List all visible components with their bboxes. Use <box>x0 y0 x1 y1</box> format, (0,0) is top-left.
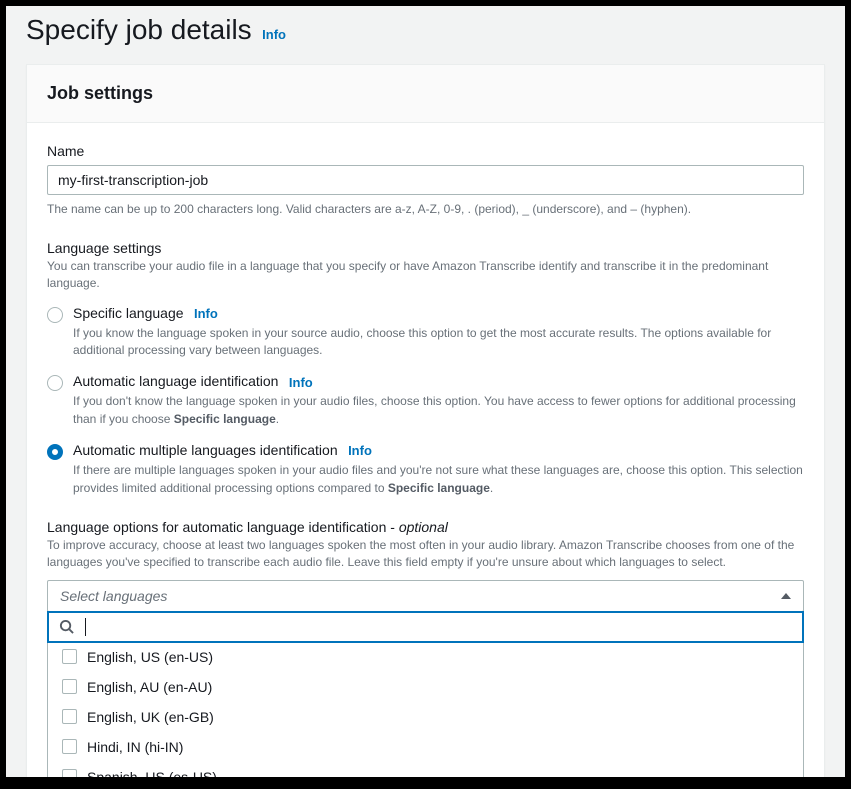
language-options-section: Language options for automatic language … <box>47 519 804 777</box>
caret-up-icon <box>781 593 791 599</box>
language-option[interactable]: Hindi, IN (hi-IN) <box>48 732 803 762</box>
language-option[interactable]: English, UK (en-GB) <box>48 702 803 732</box>
language-radio-group: Specific language Info If you know the l… <box>47 305 804 497</box>
job-settings-panel: Job settings Name The name can be up to … <box>26 64 825 777</box>
info-link[interactable]: Info <box>194 306 218 321</box>
language-dropdown: English, US (en-US) English, AU (en-AU) … <box>47 611 804 777</box>
radio-specific-language[interactable]: Specific language Info If you know the l… <box>47 305 804 360</box>
option-label: Spanish, US (es-US) <box>87 769 217 777</box>
language-select[interactable]: Select languages <box>47 580 804 612</box>
radio-auto-multiple-languages[interactable]: Automatic multiple languages identificat… <box>47 442 804 497</box>
panel-title: Job settings <box>47 83 804 104</box>
checkbox[interactable] <box>62 769 77 777</box>
option-label: English, US (en-US) <box>87 649 213 665</box>
checkbox[interactable] <box>62 649 77 664</box>
checkbox[interactable] <box>62 739 77 754</box>
name-help-text: The name can be up to 200 characters lon… <box>47 201 804 218</box>
language-options-title: Language options for automatic language … <box>47 519 804 535</box>
language-settings-desc: You can transcribe your audio file in a … <box>47 258 804 293</box>
radio-auto-language[interactable]: Automatic language identification Info I… <box>47 373 804 428</box>
page-header: Specify job details Info <box>6 6 845 64</box>
language-settings-title: Language settings <box>47 240 804 256</box>
radio-label: Specific language <box>73 305 184 321</box>
dropdown-search-input[interactable] <box>82 619 792 635</box>
info-link[interactable]: Info <box>348 443 372 458</box>
radio-label: Automatic language identification <box>73 373 278 389</box>
option-label: English, AU (en-AU) <box>87 679 212 695</box>
option-label: Hindi, IN (hi-IN) <box>87 739 183 755</box>
checkbox[interactable] <box>62 679 77 694</box>
radio-desc: If there are multiple languages spoken i… <box>73 462 804 497</box>
name-input[interactable] <box>47 165 804 195</box>
language-settings-section: Language settings You can transcribe you… <box>47 240 804 497</box>
page-title: Specify job details <box>26 14 252 45</box>
language-option[interactable]: Spanish, US (es-US) <box>48 762 803 777</box>
radio-button[interactable] <box>47 375 63 391</box>
radio-button-selected[interactable] <box>47 444 63 460</box>
language-option[interactable]: English, US (en-US) <box>48 642 803 672</box>
info-link[interactable]: Info <box>289 375 313 390</box>
panel-header: Job settings <box>27 65 824 123</box>
name-label: Name <box>47 143 804 159</box>
page-frame: Specify job details Info Job settings Na… <box>6 6 845 777</box>
text-cursor <box>85 618 86 636</box>
name-field-group: Name The name can be up to 200 character… <box>47 143 804 218</box>
search-icon <box>59 619 74 634</box>
info-link-header[interactable]: Info <box>262 27 286 42</box>
language-options-desc: To improve accuracy, choose at least two… <box>47 537 804 572</box>
language-option[interactable]: English, AU (en-AU) <box>48 672 803 702</box>
panel-body: Name The name can be up to 200 character… <box>27 123 824 777</box>
dropdown-search-row[interactable] <box>47 611 804 643</box>
radio-label: Automatic multiple languages identificat… <box>73 442 338 458</box>
option-label: English, UK (en-GB) <box>87 709 214 725</box>
radio-desc: If you don't know the language spoken in… <box>73 393 804 428</box>
radio-button[interactable] <box>47 307 63 323</box>
checkbox[interactable] <box>62 709 77 724</box>
radio-desc: If you know the language spoken in your … <box>73 325 804 360</box>
select-placeholder: Select languages <box>60 588 167 604</box>
